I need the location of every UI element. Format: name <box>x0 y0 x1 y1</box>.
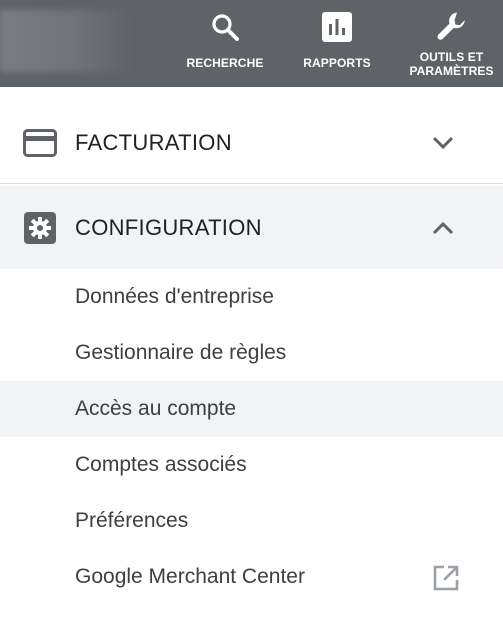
top-toolbar: RECHERCHE RAPPORTS OUTILS ET PARAMÈTRES <box>0 0 503 87</box>
menu-item-label: Préférences <box>75 509 189 532</box>
billing-label: FACTURATION <box>75 130 232 155</box>
menu-item-label: Données d'entreprise <box>75 285 274 308</box>
wrench-icon <box>435 10 469 44</box>
chevron-up-icon[interactable] <box>430 215 456 241</box>
tools-settings-button[interactable]: OUTILS ET PARAMÈTRES <box>400 0 503 87</box>
credit-card-icon <box>22 125 58 161</box>
menu-item-label: Gestionnaire de règles <box>75 341 287 364</box>
menu-item-rule-manager[interactable]: Gestionnaire de règles <box>0 325 503 381</box>
open-in-new-icon <box>432 564 460 592</box>
gear-icon <box>22 210 58 246</box>
reports-label: RAPPORTS <box>303 56 371 70</box>
configuration-section-header[interactable]: CONFIGURATION <box>0 186 503 269</box>
tools-settings-label: OUTILS ET PARAMÈTRES <box>409 50 493 78</box>
menu-item-preferences[interactable]: Préférences <box>0 493 503 549</box>
menu-item-merchant-center[interactable]: Google Merchant Center <box>0 549 503 605</box>
billing-section-header[interactable]: FACTURATION <box>0 103 503 184</box>
reports-button[interactable]: RAPPORTS <box>292 0 382 87</box>
tools-label-line1: OUTILS ET <box>419 50 484 64</box>
menu-item-account-access[interactable]: Accès au compte <box>0 381 503 437</box>
blurred-account-info <box>0 10 130 72</box>
configuration-label: CONFIGURATION <box>75 214 262 240</box>
search-icon <box>208 10 242 44</box>
search-button[interactable]: RECHERCHE <box>180 0 270 87</box>
tools-label-line2: PARAMÈTRES <box>409 64 494 78</box>
menu-item-business-data[interactable]: Données d'entreprise <box>0 269 503 325</box>
menu-item-label: Google Merchant Center <box>75 565 305 588</box>
bar-chart-icon <box>320 10 354 44</box>
menu-item-linked-accounts[interactable]: Comptes associés <box>0 437 503 493</box>
search-label: RECHERCHE <box>186 56 264 70</box>
menu-item-label: Comptes associés <box>75 453 247 476</box>
chevron-down-icon[interactable] <box>430 130 456 156</box>
menu-item-label: Accès au compte <box>75 397 237 420</box>
